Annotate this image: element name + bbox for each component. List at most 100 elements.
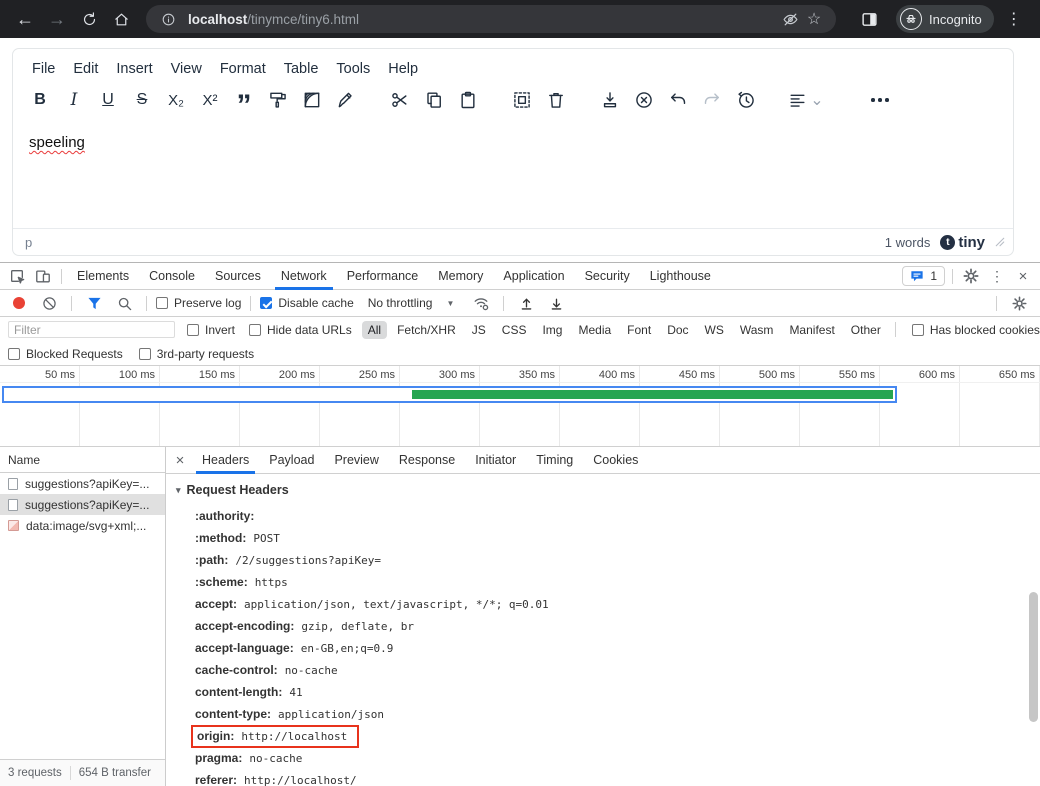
editor-menu-item[interactable]: Edit	[64, 55, 107, 83]
back-icon[interactable]: ←	[10, 4, 40, 34]
checkbox[interactable]	[139, 348, 151, 360]
request-headers-section[interactable]: ▾ Request Headers	[176, 483, 1040, 497]
tab[interactable]: Headers	[192, 447, 259, 474]
tab[interactable]: Lighthouse	[640, 263, 721, 290]
backcolor-button[interactable]	[261, 84, 295, 116]
header-line[interactable]: origin: http://localhost	[195, 725, 1040, 747]
header-line[interactable]: cache-control: no-cache	[195, 659, 1040, 681]
paste-button[interactable]	[451, 84, 485, 116]
checkbox[interactable]	[8, 348, 20, 360]
tab[interactable]: Elements	[67, 263, 139, 290]
tab[interactable]: Application	[493, 263, 574, 290]
checkbox[interactable]	[187, 324, 199, 336]
blocked-requests-checkbox[interactable]: Blocked Requests	[8, 347, 123, 361]
more-button[interactable]	[863, 84, 897, 116]
requests-column-header[interactable]: Name	[0, 447, 165, 473]
network-conditions-icon[interactable]	[468, 290, 494, 316]
request-type-filter[interactable]: Media	[572, 321, 617, 339]
inspect-element-icon[interactable]	[4, 263, 30, 289]
tab[interactable]: Security	[575, 263, 640, 290]
header-line[interactable]: accept-language: en-GB,en;q=0.9	[195, 637, 1040, 659]
save-button[interactable]	[593, 84, 627, 116]
tab[interactable]: Timing	[526, 447, 583, 474]
redo-button[interactable]	[695, 84, 729, 116]
cancel-button[interactable]	[627, 84, 661, 116]
settings-gear-icon[interactable]	[958, 263, 984, 289]
incognito-badge[interactable]: Incognito	[896, 5, 994, 33]
editor-menu-item[interactable]: File	[23, 55, 64, 83]
network-settings-gear-icon[interactable]	[1006, 290, 1032, 316]
filter-input[interactable]	[8, 321, 175, 338]
network-overview-timeline[interactable]: 50 ms100 ms150 ms200 ms250 ms300 ms350 m…	[0, 366, 1040, 447]
cut-button[interactable]	[383, 84, 417, 116]
header-line[interactable]: content-length: 41	[195, 681, 1040, 703]
header-line[interactable]: :method: POST	[195, 527, 1040, 549]
header-line[interactable]: pragma: no-cache	[195, 747, 1040, 769]
editor-menu-item[interactable]: Insert	[107, 55, 161, 83]
copy-button[interactable]	[417, 84, 451, 116]
tab[interactable]: Initiator	[465, 447, 526, 474]
throttling-dropdown[interactable]: No throttling ▼	[368, 296, 455, 310]
tab[interactable]: Sources	[205, 263, 271, 290]
invert-checkbox[interactable]: Invert	[187, 323, 235, 337]
header-line[interactable]: content-type: application/json	[195, 703, 1040, 725]
vertical-scrollbar[interactable]	[1029, 592, 1038, 722]
editor-menu-item[interactable]: View	[162, 55, 211, 83]
request-type-filter[interactable]: Img	[536, 321, 568, 339]
editor-menu-item[interactable]: Format	[211, 55, 275, 83]
undo-button[interactable]	[661, 84, 695, 116]
resize-handle-icon[interactable]	[995, 237, 1005, 247]
export-har-icon[interactable]	[543, 290, 569, 316]
editor-menu-item[interactable]: Help	[379, 55, 427, 83]
request-type-filter[interactable]: All	[362, 321, 387, 339]
close-detail-icon[interactable]: ×	[168, 447, 192, 474]
home-icon[interactable]	[106, 4, 136, 34]
select-all-button[interactable]	[505, 84, 539, 116]
tab[interactable]: Payload	[259, 447, 324, 474]
devtools-menu-icon[interactable]: ⋮	[984, 263, 1010, 289]
header-line[interactable]: :scheme: https	[195, 571, 1040, 593]
restore-draft-button[interactable]	[729, 84, 763, 116]
record-icon[interactable]	[13, 297, 25, 309]
search-icon[interactable]	[111, 290, 137, 316]
disable-cache-checkbox[interactable]: Disable cache	[260, 296, 353, 310]
request-type-filter[interactable]: Fetch/XHR	[391, 321, 462, 339]
third-party-checkbox[interactable]: 3rd-party requests	[139, 347, 254, 361]
tab[interactable]: Network	[271, 263, 337, 290]
underline-button[interactable]: U	[91, 84, 125, 116]
header-line[interactable]: referer: http://localhost/	[195, 769, 1040, 786]
page-info-icon[interactable]	[156, 7, 180, 31]
request-row[interactable]: suggestions?apiKey=...	[0, 473, 165, 494]
issues-badge[interactable]: 1	[902, 266, 945, 286]
hide-data-urls-checkbox[interactable]: Hide data URLs	[249, 323, 352, 337]
request-type-filter[interactable]: Doc	[661, 321, 694, 339]
align-button[interactable]: ⌄	[783, 84, 829, 116]
bold-button[interactable]: B	[23, 84, 57, 116]
request-type-filter[interactable]: Manifest	[783, 321, 840, 339]
image-button[interactable]	[295, 84, 329, 116]
header-line[interactable]: :path: /2/suggestions?apiKey=	[195, 549, 1040, 571]
editor-menu-item[interactable]: Tools	[327, 55, 379, 83]
has-blocked-cookies-checkbox[interactable]: Has blocked cookies	[912, 323, 1040, 337]
editor-content-area[interactable]: speeling	[13, 120, 1013, 228]
reload-icon[interactable]	[74, 4, 104, 34]
header-line[interactable]: accept-encoding: gzip, deflate, br	[195, 615, 1040, 637]
checkbox[interactable]	[912, 324, 924, 336]
device-toolbar-icon[interactable]	[30, 263, 56, 289]
request-type-filter[interactable]: JS	[466, 321, 492, 339]
italic-button[interactable]: I	[57, 84, 91, 116]
request-type-filter[interactable]: Font	[621, 321, 657, 339]
permanent-pen-button[interactable]	[329, 84, 363, 116]
devtools-close-icon[interactable]: ×	[1010, 263, 1036, 289]
browser-menu-icon[interactable]: ⋮	[1002, 4, 1026, 34]
tiny-branding[interactable]: t tiny	[940, 234, 985, 251]
forward-icon[interactable]: →	[42, 4, 72, 34]
bookmark-star-icon[interactable]: ☆	[802, 7, 826, 31]
word-count[interactable]: 1 words	[885, 235, 931, 250]
blockquote-button[interactable]: ”	[227, 84, 261, 116]
remove-button[interactable]	[539, 84, 573, 116]
tab[interactable]: Cookies	[583, 447, 648, 474]
request-type-filter[interactable]: Other	[845, 321, 887, 339]
request-type-filter[interactable]: WS	[699, 321, 730, 339]
preserve-log-checkbox[interactable]: Preserve log	[156, 296, 241, 310]
